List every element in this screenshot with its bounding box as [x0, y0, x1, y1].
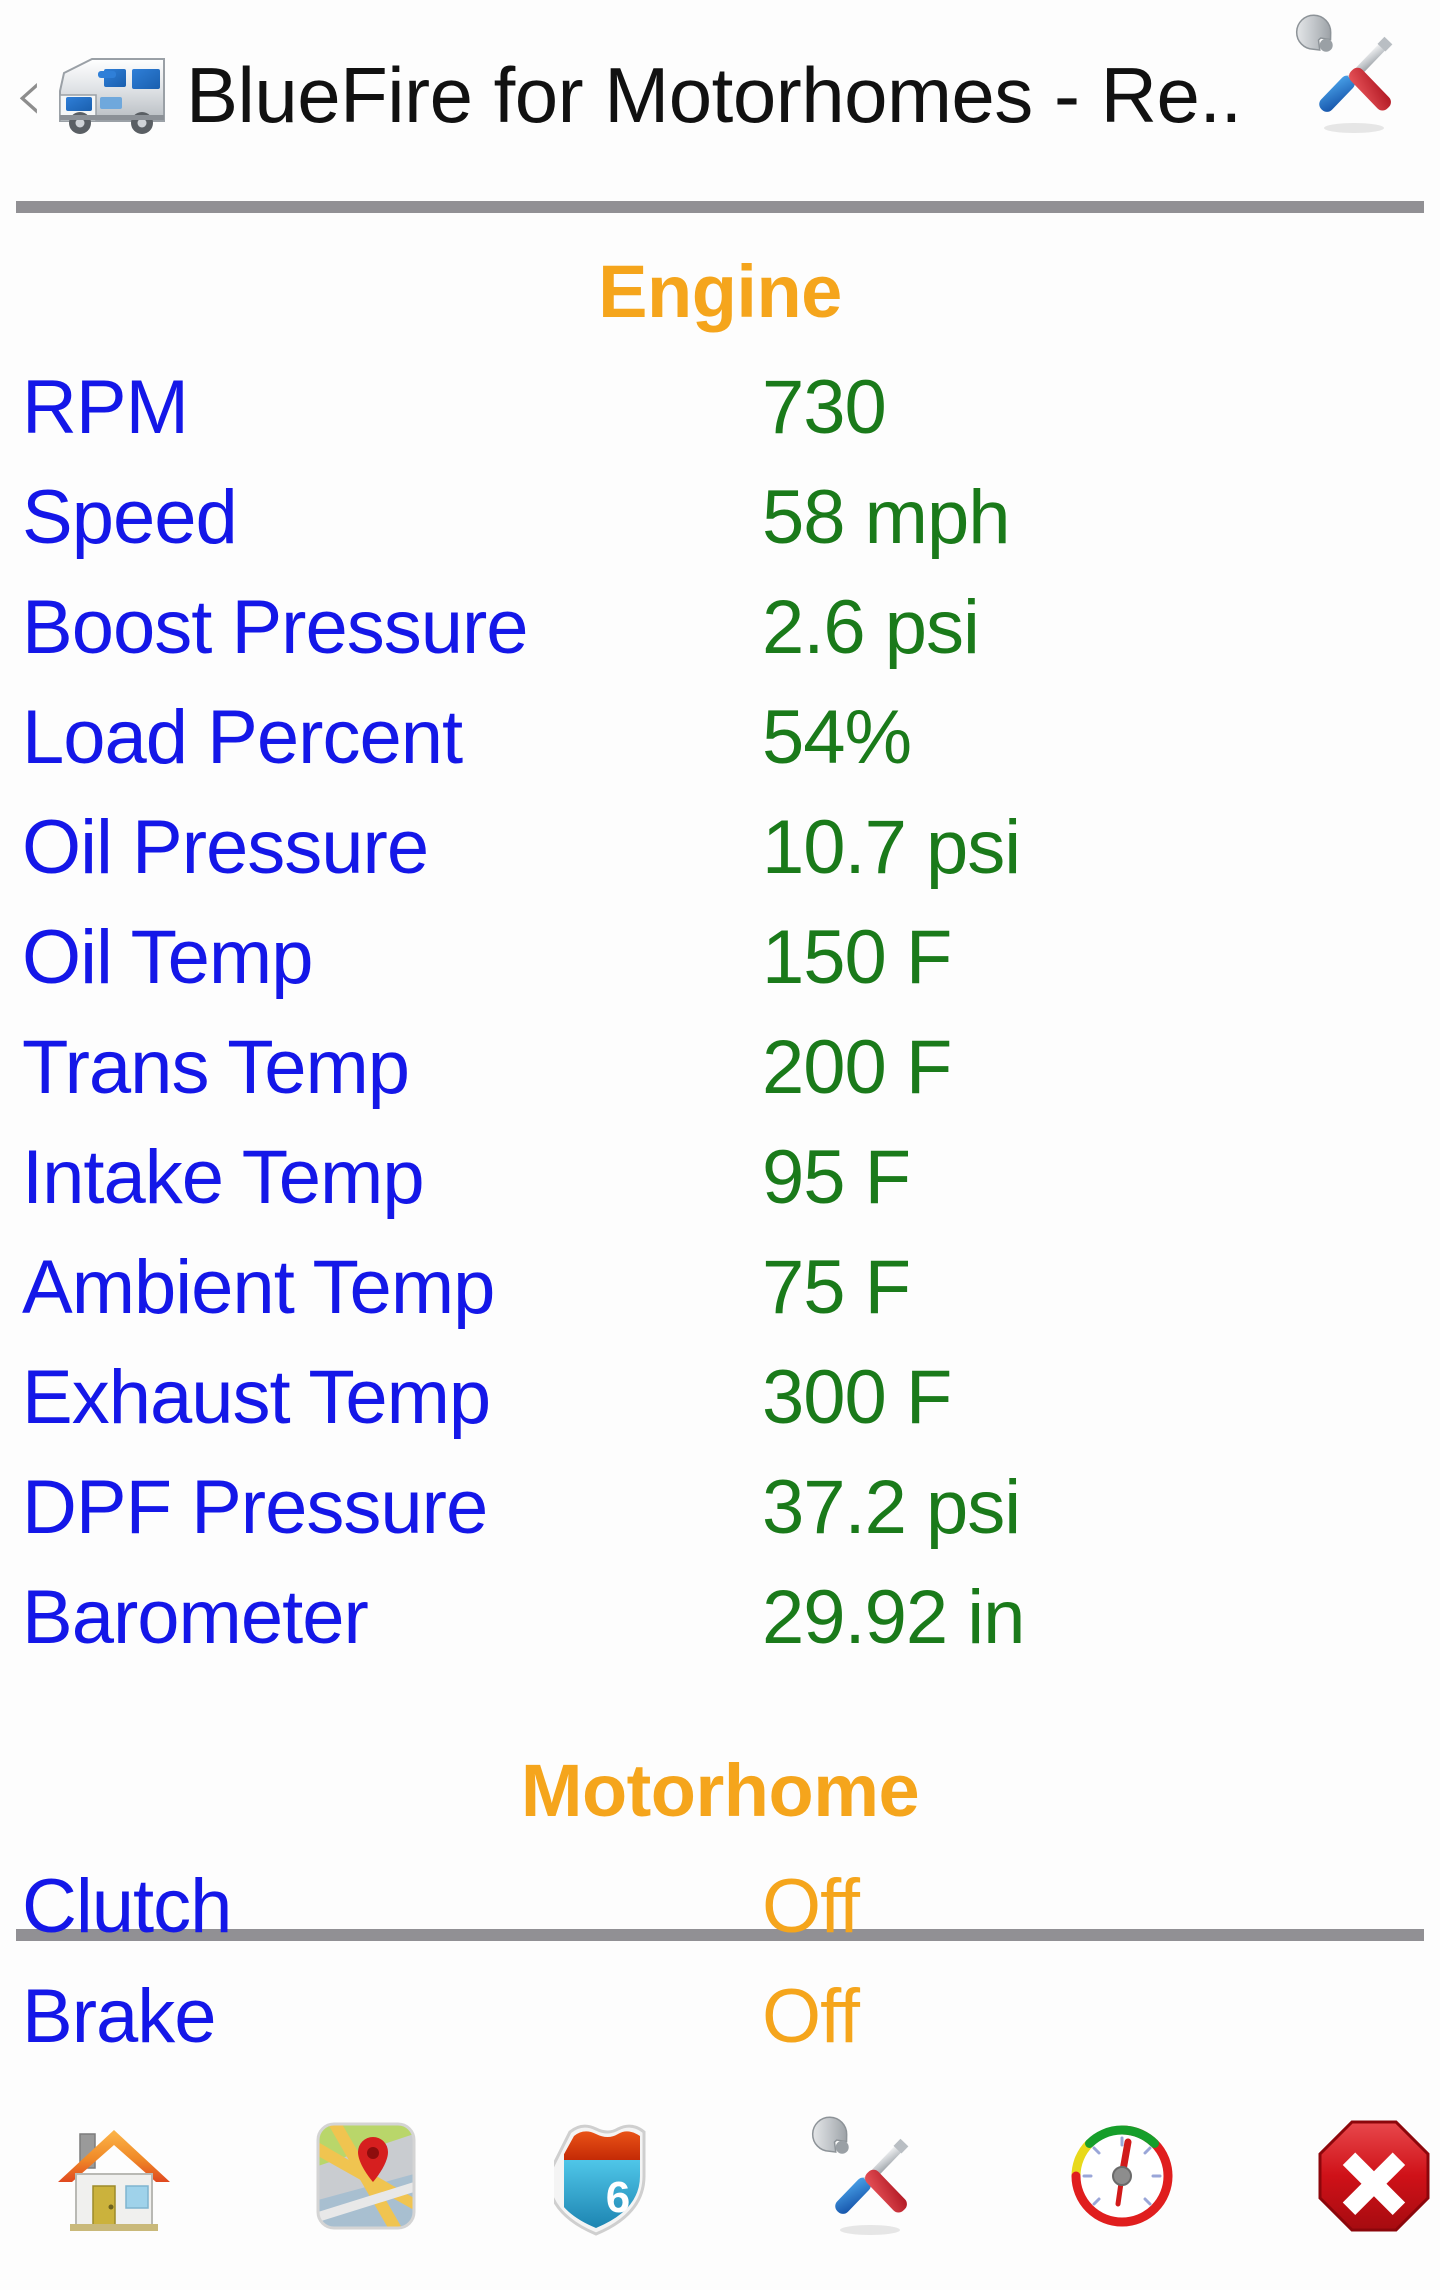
row-value: 2.6 psi	[762, 585, 980, 670]
row-value: 29.92 in	[762, 1575, 1025, 1660]
stop-x-icon	[1318, 2120, 1430, 2231]
table-row[interactable]: Brake Off	[0, 1973, 1440, 2052]
nav-map[interactable]	[240, 2096, 492, 2256]
row-value: 95 F	[762, 1135, 911, 1220]
motorhome-rows: Clutch Off Brake Off	[0, 1863, 1440, 2052]
table-row[interactable]: Barometer 29.92 in	[0, 1574, 1440, 1684]
table-row[interactable]: Load Percent 54%	[0, 694, 1440, 804]
row-value: 37.2 psi	[762, 1465, 1021, 1550]
table-row[interactable]: Oil Pressure 10.7 psi	[0, 804, 1440, 914]
page-title: BlueFire for Motorhomes - Re..	[186, 50, 1242, 139]
row-label: Barometer	[22, 1575, 369, 1660]
row-value: 58 mph	[762, 475, 1010, 560]
nav-tools[interactable]	[744, 2096, 996, 2256]
motorhome-rv-icon	[59, 58, 165, 134]
table-row[interactable]: Intake Temp 95 F	[0, 1134, 1440, 1244]
row-label: Brake	[22, 1974, 217, 2052]
table-row[interactable]: Exhaust Temp 300 F	[0, 1354, 1440, 1464]
shield-number: 6	[606, 2173, 630, 2222]
table-row[interactable]: Ambient Temp 75 F	[0, 1244, 1440, 1354]
row-value: 54%	[762, 695, 912, 780]
row-value: 200 F	[762, 1025, 952, 1110]
table-row[interactable]: Speed 58 mph	[0, 474, 1440, 584]
row-label: DPF Pressure	[22, 1465, 488, 1550]
row-label: Clutch	[22, 1864, 232, 1949]
row-value: 730	[762, 365, 887, 450]
nav-stop[interactable]	[1248, 2096, 1440, 2256]
map-icon	[316, 2122, 416, 2229]
table-row[interactable]: DPF Pressure 37.2 psi	[0, 1464, 1440, 1574]
tools-icon[interactable]	[1290, 10, 1418, 138]
row-label: Ambient Temp	[22, 1245, 495, 1330]
home-icon	[58, 2129, 170, 2231]
gauge-icon	[1071, 2125, 1173, 2226]
row-label: Oil Pressure	[22, 805, 429, 890]
engine-rows: RPM 730 Speed 58 mph Boost Pressure 2.6 …	[0, 364, 1440, 1684]
table-row[interactable]: Clutch Off	[0, 1863, 1440, 1973]
table-row[interactable]: Boost Pressure 2.6 psi	[0, 584, 1440, 694]
nav-highway[interactable]: 6	[492, 2096, 744, 2256]
row-label: Load Percent	[22, 695, 463, 780]
row-value: 75 F	[762, 1245, 911, 1330]
app-root: ‹ BlueFire for Motorhomes - Re.. Engine …	[0, 0, 1440, 2290]
back-chevron-icon[interactable]: ‹	[8, 58, 50, 132]
section-title-motorhome: Motorhome	[520, 1749, 920, 1832]
row-value: Off	[762, 1864, 860, 1949]
row-label: Boost Pressure	[22, 585, 529, 670]
row-label: Speed	[22, 475, 238, 560]
table-row[interactable]: Oil Temp 150 F	[0, 914, 1440, 1024]
row-label: Exhaust Temp	[22, 1355, 491, 1440]
app-header: ‹ BlueFire for Motorhomes - Re..	[0, 0, 1440, 190]
row-value: 150 F	[762, 915, 952, 1000]
row-value: 300 F	[762, 1355, 952, 1440]
row-label: RPM	[22, 365, 189, 450]
nav-gauge[interactable]	[996, 2096, 1248, 2256]
row-label: Intake Temp	[22, 1135, 425, 1220]
header-separator	[16, 201, 1424, 213]
section-title-engine: Engine	[598, 250, 842, 333]
row-label: Oil Temp	[22, 915, 313, 1000]
nav-home[interactable]	[0, 2096, 240, 2256]
row-value: Off	[762, 1974, 860, 2052]
table-row[interactable]: RPM 730	[0, 364, 1440, 474]
gauge-list-scroll-area[interactable]: Engine RPM 730 Speed 58 mph Boost Pressu…	[0, 213, 1440, 2052]
tools-icon	[811, 2116, 909, 2235]
row-label: Trans Temp	[22, 1025, 410, 1110]
bottom-navigation-bar: 6	[0, 2061, 1440, 2290]
row-value: 10.7 psi	[762, 805, 1021, 890]
highway-shield-icon: 6	[554, 2124, 646, 2236]
table-row[interactable]: Trans Temp 200 F	[0, 1024, 1440, 1134]
